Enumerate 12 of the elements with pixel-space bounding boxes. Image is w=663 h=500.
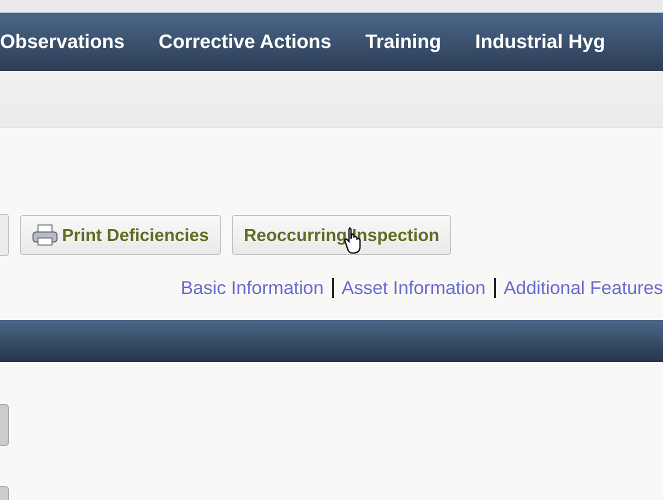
section-link[interactable]: Basic Information (180, 276, 324, 298)
nav-link[interactable]: Industrial Hyg (475, 30, 606, 54)
nav-link[interactable]: Corrective Actions (158, 30, 332, 54)
print-button[interactable]: Print Deficiencies (20, 215, 221, 255)
button[interactable] (0, 214, 9, 256)
button[interactable] (0, 404, 9, 446)
section-link[interactable]: Additional Features (504, 276, 663, 298)
inspection-button[interactable]: Reoccurring Inspection (232, 215, 452, 255)
section-link[interactable]: Asset Information (342, 276, 486, 298)
nav-link[interactable]: Training (365, 30, 442, 54)
printer-icon (32, 223, 58, 247)
nav-link[interactable]: Observations (0, 30, 125, 54)
